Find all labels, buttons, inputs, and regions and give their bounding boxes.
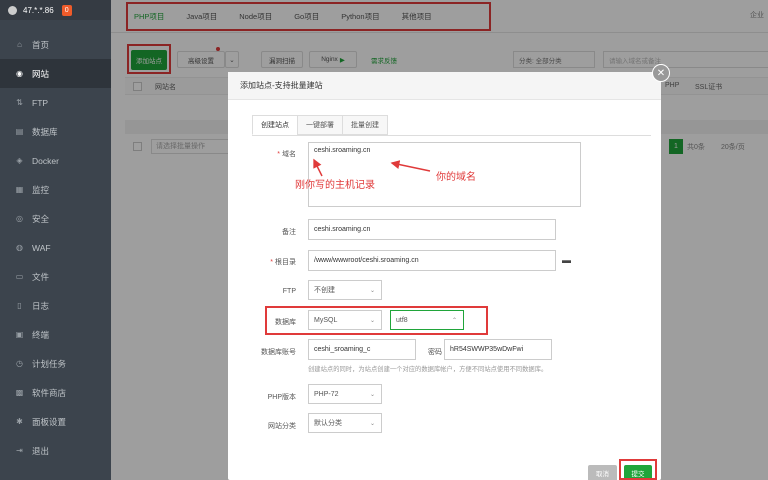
modal-title: 添加站点-支持批量建站 [228,72,661,100]
remark-input[interactable]: ceshi.sroaming.cn [308,219,556,240]
gear-icon: ✱ [16,417,23,426]
log-icon: ▯ [17,301,22,310]
sidebar-item-label: 首页 [32,39,50,50]
database-icon: ▤ [15,127,24,136]
site-category-label: 网站分类 [268,423,296,430]
sidebar-item-label: 日志 [32,300,50,311]
sidebar-item-13[interactable]: ✱ 面板设置 [0,407,111,436]
sidebar-item-label: FTP [32,97,49,108]
sidebar-item-14[interactable]: ⇥ 退出 [0,436,111,465]
sidebar-item-label: 面板设置 [32,416,67,427]
chevron-down-icon: ⌄ [369,420,375,427]
chevron-down-icon: ⌄ [369,317,375,324]
chevron-down-icon: ⌄ [369,287,375,294]
sidebar-item-label: 安全 [32,213,50,224]
folder-icon[interactable]: ▬ [562,255,571,265]
domain-label: * 域名 [277,151,296,158]
server-ip: 47.*.*.86 [23,5,54,15]
php-version-label: PHP版本 [267,394,296,401]
sidebar-item-label: 监控 [32,184,50,195]
modal-tabs: 创建站点 一键部署 批量创建 [252,115,388,135]
docker-icon: ◈ [16,156,23,165]
remark-label: 备注 [282,229,296,236]
sidebar-item-label: 网站 [32,68,50,79]
sidebar-item-10[interactable]: ▣ 终端 [0,320,111,349]
sidebar-item-9[interactable]: ▯ 日志 [0,291,111,320]
root-dir-input[interactable]: /www/wwwroot/ceshi.sroaming.cn [308,250,556,271]
home-icon: ⌂ [17,40,22,49]
sidebar-item-label: WAF [32,242,51,253]
sidebar-item-8[interactable]: ▭ 文件 [0,262,111,291]
sidebar-item-12[interactable]: ▩ 软件商店 [0,378,111,407]
root-dir-label: * 根目录 [270,259,296,266]
panel-logo-icon [8,5,17,15]
waf-icon: ◍ [16,243,23,252]
ftp-select[interactable]: 不创建 ⌄ [308,280,382,300]
modal-tab-1[interactable]: 一键部署 [297,115,343,135]
db-account-label: 数据库账号 [261,349,296,356]
password-input[interactable]: hR54SWWP35wDwFwi [444,339,552,360]
charset-select[interactable]: utf8 ⌃ [390,310,464,330]
logout-icon: ⇥ [16,446,23,455]
modal-tab-0[interactable]: 创建站点 [252,115,298,135]
sidebar-item-label: 终端 [32,329,50,340]
ftp-icon: ⇅ [16,98,23,107]
shield-icon: ◎ [16,214,23,223]
sidebar-item-label: 软件商店 [32,387,67,398]
php-version-select[interactable]: PHP-72 ⌄ [308,384,382,404]
database-type-select[interactable]: MySQL ⌄ [308,310,382,330]
globe-icon: ◉ [16,69,23,78]
modal-tab-2[interactable]: 批量创建 [342,115,388,135]
site-category-select[interactable]: 默认分类 ⌄ [308,413,382,433]
sidebar-item-11[interactable]: ◷ 计划任务 [0,349,111,378]
terminal-icon: ▣ [15,330,24,339]
sidebar-item-1[interactable]: ◉ 网站 [0,59,111,88]
chevron-down-icon: ⌄ [369,391,375,398]
add-site-modal: 添加站点-支持批量建站 创建站点 一键部署 批量创建 [228,72,661,480]
sidebar-item-0[interactable]: ⌂ 首页 [0,30,111,59]
database-label: 数据库 [275,319,296,326]
sidebar-item-label: Docker [32,155,59,166]
submit-highlight [619,459,657,480]
annotation-host-record: 刚你写的主机记录 [295,180,375,191]
chevron-up-icon: ⌃ [451,317,457,324]
clock-icon: ◷ [16,359,23,368]
sidebar-item-6[interactable]: ◎ 安全 [0,204,111,233]
ftp-label: FTP [282,288,296,295]
store-icon: ▩ [15,388,24,397]
monitor-icon: ▦ [15,185,24,194]
db-account-input[interactable]: ceshi_sroaming_c [308,339,416,360]
password-label: 密码 [428,349,442,356]
tabs-divider [252,135,651,136]
sidebar-item-5[interactable]: ▦ 监控 [0,175,111,204]
db-hint-text: 创建站点的同时，为站点创建一个对应的数据库帐户，方便不同站点使用不同数据库。 [308,366,548,373]
folder-icon: ▭ [15,272,24,281]
sidebar-item-label: 计划任务 [32,358,67,369]
sidebar-nav: ⌂ 首页 ◉ 网站 ⇅ FTP ▤ 数据库 ◈ Docker ▦ 监控 ◎ 安全 ◍ WAF ▭ 文件 ▯ 日志 ▣ 终端… [0,30,111,465]
sidebar-item-3[interactable]: ▤ 数据库 [0,117,111,146]
server-info: 47.*.*.86 0 [0,0,111,20]
cancel-button[interactable]: 取消 [588,465,617,480]
sidebar-item-label: 文件 [32,271,50,282]
sidebar-item-4[interactable]: ◈ Docker [0,146,111,175]
close-icon[interactable]: ✕ [652,64,670,82]
sidebar-item-label: 数据库 [32,126,58,137]
sidebar-item-7[interactable]: ◍ WAF [0,233,111,262]
sidebar: 47.*.*.86 0 ⌂ 首页 ◉ 网站 ⇅ FTP ▤ 数据库 ◈ Docker ▦ 监控 ◎ 安全 ◍… [0,0,111,480]
notification-badge[interactable]: 0 [61,4,72,16]
sidebar-item-2[interactable]: ⇅ FTP [0,88,111,117]
sidebar-item-label: 退出 [32,445,50,456]
annotation-your-domain: 你的域名 [436,172,476,183]
